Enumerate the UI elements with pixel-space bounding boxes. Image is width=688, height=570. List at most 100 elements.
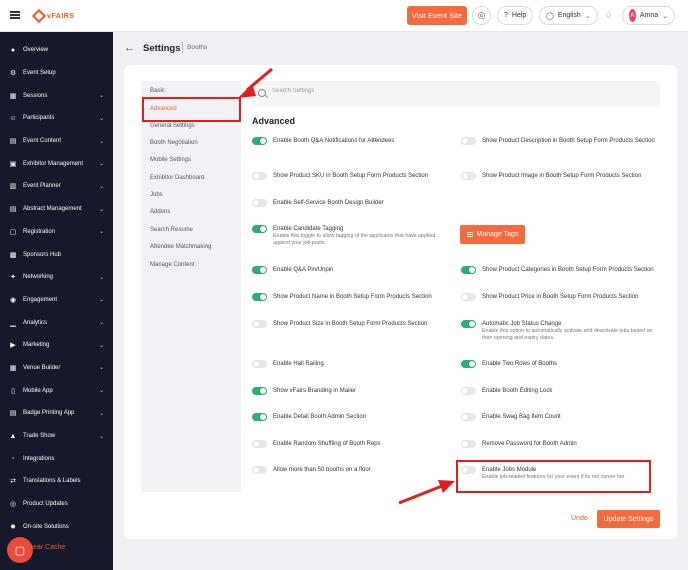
setting-row: Enable Candidate Tagging Enable this togg…	[252, 225, 452, 247]
back-arrow-icon[interactable]: ←	[124, 42, 135, 54]
sidebar-item[interactable]: ▣ Exhibitor Management ⌄	[0, 152, 113, 175]
setting-toggle[interactable]	[461, 360, 476, 368]
language-selector[interactable]: ◯ English ⌄	[539, 6, 598, 25]
advanced-highlight-box	[142, 97, 241, 122]
subnav-item[interactable]: Jobs	[150, 192, 163, 198]
setting-label: Show Product Name in Booth Setup Form Pr…	[273, 294, 432, 300]
sidebar-item[interactable]: ● Overview	[0, 39, 113, 62]
subnav-item[interactable]: Manage Content	[150, 262, 194, 268]
bell-icon: ◎	[9, 501, 17, 509]
setting-toggle[interactable]	[252, 225, 267, 233]
chevron-down-icon: ⌄	[98, 342, 104, 349]
setting-toggle[interactable]	[461, 387, 476, 395]
user-name: Amna	[639, 12, 659, 19]
setting-toggle[interactable]	[461, 440, 476, 448]
setting-toggle[interactable]	[252, 387, 267, 395]
setting-toggle[interactable]	[461, 293, 476, 301]
setting-label: Automatic Job Status Change	[482, 321, 562, 327]
setting-label: Enable Swag Bag Item Count	[482, 414, 561, 420]
setting-label: Enable Booth Editing Lock	[482, 388, 553, 394]
setting-row: Remove Password for Booth Admin	[461, 440, 661, 448]
sidebar-item[interactable]: ⇄ Translations & Labels	[0, 470, 113, 493]
sidebar-item[interactable]: ▲ Trade Show ⌄	[0, 425, 113, 448]
sidebar-item[interactable]: ▤ Badge Printing App ⌄	[0, 402, 113, 425]
vfairs-logo[interactable]: vFAIRS	[31, 8, 75, 24]
setting-toggle[interactable]	[252, 320, 267, 328]
setting-toggle[interactable]	[252, 137, 267, 145]
sidebar-item[interactable]: ⚙ Event Setup	[0, 62, 113, 85]
setting-label: Show Product Description in Booth Setup …	[482, 138, 655, 144]
logo-mark-icon	[31, 8, 47, 24]
sidebar-item-label: Translations & Labels	[23, 478, 81, 485]
sidebar-item[interactable]: ☺ Participants ⌄	[0, 107, 113, 130]
gear-icon: ⚙	[9, 70, 17, 78]
subnav-item[interactable]: Basic	[150, 88, 165, 94]
bulb-icon[interactable]: ◎	[472, 6, 491, 25]
search-input[interactable]	[272, 88, 572, 94]
setting-row: Show Product Name in Booth Setup Form Pr…	[252, 293, 452, 301]
sidebar-item[interactable]: ▥ Event Planner ⌄	[0, 175, 113, 198]
sidebar-item[interactable]: ◉ Engagement ⌄	[0, 289, 113, 312]
setting-toggle[interactable]	[252, 293, 267, 301]
subnav-item[interactable]: General Settings	[150, 123, 195, 129]
mobile-icon: ▯	[11, 387, 15, 395]
sidebar-item[interactable]: ▢ Registration ⌄	[0, 221, 113, 244]
sidebar-item[interactable]: ◎ Product Updates	[0, 493, 113, 516]
sidebar-item[interactable]: ▦ Venue Builder ⌄	[0, 357, 113, 380]
notification-bell-icon[interactable]: ♢	[599, 6, 618, 25]
gauge-icon: ●	[10, 46, 16, 54]
setting-toggle[interactable]	[252, 466, 267, 474]
chevron-down-icon: ⌄	[98, 93, 104, 100]
setting-toggle[interactable]	[461, 172, 476, 180]
sidebar-item[interactable]: ▤ Abstract Management ⌄	[0, 198, 113, 221]
setting-toggle[interactable]	[461, 137, 476, 145]
sidebar-item[interactable]: ▁ Analytics ⌄	[0, 311, 113, 334]
breadcrumb[interactable]: Booths	[187, 44, 207, 51]
setting-row: Show Product SKU in Booth Setup Form Pro…	[252, 172, 452, 180]
subnav-item[interactable]: Mobile Settings	[150, 157, 191, 163]
user-menu[interactable]: A Amna ⌄	[622, 6, 675, 25]
setting-toggle[interactable]	[461, 266, 476, 274]
top-bar: vFAIRS Visit Event Site ◎ ? Help ◯ Engli…	[0, 0, 688, 32]
search-bar[interactable]	[252, 81, 660, 106]
setting-toggle[interactable]	[252, 266, 267, 274]
setting-row: Enable Booth Q&A Notifications for Atten…	[252, 137, 452, 145]
sidebar-item[interactable]: ▩ Sponsors Hub	[0, 243, 113, 266]
sidebar-item-label: Analytics	[23, 319, 48, 326]
sidebar-item[interactable]: ◦ Integrations	[0, 447, 113, 470]
setting-toggle[interactable]	[252, 172, 267, 180]
sponsor-icon: ▩	[9, 251, 17, 259]
setting-row: Enable Q&A Pin/Unpin	[252, 266, 452, 274]
visit-event-site-button[interactable]: Visit Event Site	[407, 6, 467, 25]
update-settings-button[interactable]: Update Settings	[597, 510, 660, 528]
subnav-item[interactable]: Exhibitor Dashboard	[150, 175, 204, 181]
booth-icon: ▣	[9, 160, 17, 168]
sidebar-item[interactable]: ▦ Sessions ⌄	[0, 84, 113, 107]
sidebar-item[interactable]: ▤ Event Content ⌄	[0, 130, 113, 153]
subnav-item[interactable]: Booth Negotiation	[150, 140, 198, 146]
help-button[interactable]: ? Help	[497, 6, 534, 25]
setting-toggle[interactable]	[252, 360, 267, 368]
hamburger-menu-icon[interactable]	[10, 11, 20, 19]
setting-row: Enable Detail Booth Admin Section	[252, 413, 452, 421]
setting-toggle[interactable]	[461, 413, 476, 421]
subnav-item[interactable]: Search Resume	[150, 227, 193, 233]
sidebar-item[interactable]: ▶ Marketing ⌄	[0, 334, 113, 357]
subnav-item[interactable]: Attendee Matchmaking	[150, 244, 211, 250]
chat-icon[interactable]: ▢	[7, 537, 33, 563]
undo-button[interactable]: Undo	[571, 515, 588, 522]
setting-toggle[interactable]	[252, 440, 267, 448]
setting-toggle[interactable]	[461, 320, 476, 328]
chevron-down-icon: ⌄	[98, 433, 104, 440]
setting-toggle[interactable]	[252, 413, 267, 421]
sidebar-item[interactable]: ✦ Networking ⌄	[0, 266, 113, 289]
subnav-item[interactable]: Addons	[150, 209, 170, 215]
setting-toggle[interactable]	[252, 199, 267, 207]
chevron-down-icon: ⌄	[98, 115, 104, 122]
setting-label: Enable Self-Service Booth Design Builder	[273, 200, 384, 206]
sidebar-item-label: Event Planner	[23, 183, 61, 190]
manage-tags-button[interactable]: Manage Tags	[460, 225, 525, 244]
sidebar-item[interactable]: ▯ Mobile App ⌄	[0, 379, 113, 402]
setting-label: Enable Booth Q&A Notifications for Atten…	[273, 138, 395, 144]
sidebar-item[interactable]: ✸ On-site Solutions	[0, 515, 113, 538]
